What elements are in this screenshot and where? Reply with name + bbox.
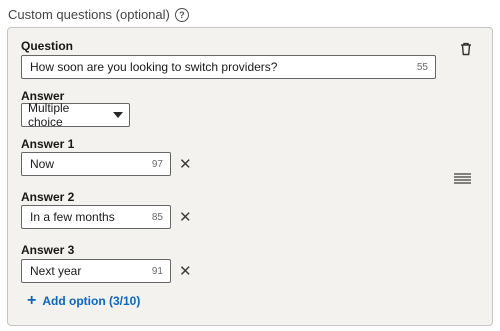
section-header: Custom questions (optional) ? <box>8 7 189 22</box>
help-icon[interactable]: ? <box>174 7 189 22</box>
question-label: Question <box>21 39 74 53</box>
answer-1-input[interactable]: Now 97 <box>21 152 171 176</box>
answer-2-value: In a few months <box>30 210 115 224</box>
answer-1-value: Now <box>30 157 55 171</box>
answer-3-value: Next year <box>30 264 82 278</box>
answer-1-label: Answer 1 <box>21 137 75 151</box>
answer-3-char-count: 91 <box>151 265 163 277</box>
answer-2-label: Answer 2 <box>21 190 75 204</box>
answer-type-value: Multiple choice <box>28 101 70 129</box>
close-icon[interactable]: ✕ <box>179 210 192 225</box>
answer-2-input[interactable]: In a few months 85 <box>21 205 171 229</box>
question-input[interactable]: How soon are you looking to switch provi… <box>21 55 436 79</box>
answer-2-char-count: 85 <box>151 211 163 223</box>
answer-3-input[interactable]: Next year 91 <box>21 259 171 283</box>
plus-icon: + <box>27 292 37 309</box>
trash-icon[interactable] <box>460 42 472 61</box>
question-value: How soon are you looking to switch provi… <box>30 60 278 74</box>
drag-handle-icon[interactable] <box>454 171 471 189</box>
section-title: Custom questions (optional) <box>8 7 170 22</box>
add-option-button[interactable]: + Add option (3/10) <box>27 292 141 309</box>
answer-1-char-count: 97 <box>151 158 163 170</box>
answer-type-select[interactable]: Multiple choice <box>21 101 130 129</box>
caret-down-icon <box>113 112 123 118</box>
question-char-count: 55 <box>416 61 428 73</box>
question-card: Question How soon are you looking to swi… <box>7 27 493 326</box>
add-option-label: Add option (3/10) <box>42 294 141 308</box>
answer-3-label: Answer 3 <box>21 243 75 257</box>
close-icon[interactable]: ✕ <box>179 157 192 172</box>
close-icon[interactable]: ✕ <box>179 264 192 279</box>
